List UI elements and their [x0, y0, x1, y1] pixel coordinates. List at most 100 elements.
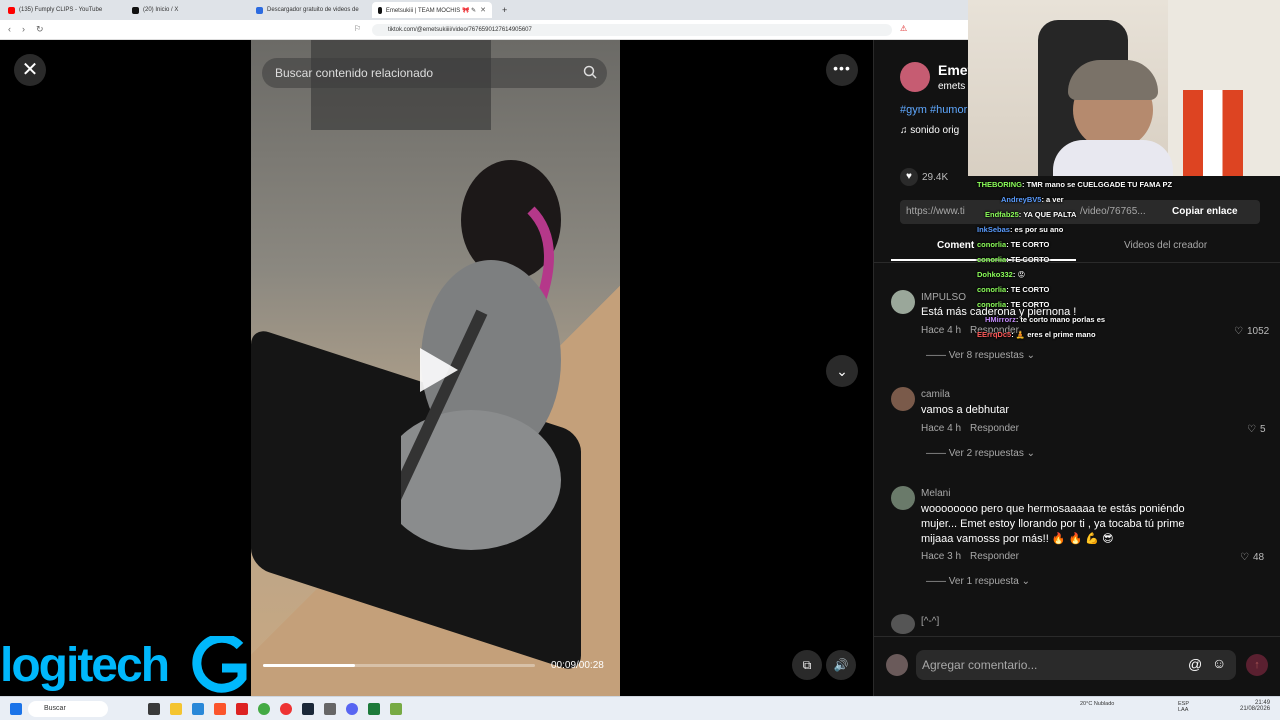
- comment-user[interactable]: [^-^]: [921, 616, 939, 627]
- chat-text: : 😡: [1012, 270, 1026, 279]
- tab-creator-videos[interactable]: Videos del creador: [1124, 240, 1207, 251]
- task-view-icon[interactable]: [148, 703, 160, 715]
- video-time: 00:09/00:28: [551, 660, 604, 671]
- link-tail: /video/76765...: [1080, 206, 1146, 217]
- comment-user[interactable]: Melani: [921, 488, 950, 499]
- back-icon[interactable]: ‹: [8, 24, 11, 34]
- chat-message: AndreyBV5: a ver: [977, 195, 1064, 204]
- comment-like-count: 48: [1252, 552, 1265, 563]
- comment-time: Hace 4 h: [921, 325, 962, 336]
- chat-user: EErrqDc5: [977, 330, 1012, 339]
- comment-user[interactable]: IMPULSO: [921, 292, 966, 303]
- app-icon[interactable]: [236, 703, 248, 715]
- sound-row[interactable]: ♫ sonido orig: [900, 125, 959, 136]
- copy-link-button[interactable]: Copiar enlace: [1172, 206, 1238, 217]
- related-content-search[interactable]: Buscar contenido relacionado: [262, 58, 607, 88]
- chat-user: Dohko332: [977, 270, 1013, 279]
- view-replies[interactable]: —— Ver 1 respuesta ⌄: [926, 576, 1030, 587]
- send-icon[interactable]: ↑: [1246, 654, 1268, 676]
- forward-icon[interactable]: ›: [22, 24, 25, 34]
- minecraft-icon[interactable]: [390, 703, 402, 715]
- file-explorer-icon[interactable]: [170, 703, 182, 715]
- play-icon[interactable]: [420, 348, 458, 392]
- browser-tab-x[interactable]: (20) Inicio / X: [126, 2, 248, 18]
- add-comment-placeholder: Agregar comentario...: [922, 658, 1038, 672]
- comment-like[interactable]: ♡ 5: [1247, 424, 1266, 435]
- new-tab-button[interactable]: +: [496, 2, 510, 18]
- webcam-feed: [968, 0, 1280, 176]
- browser-tab-bar: (135) Fumply CLIPS - YouTube (20) Inicio…: [0, 0, 968, 20]
- browser-tab-tiktok[interactable]: Emetsukiii | TEAM MOCHIS 🎀 ✎ ✕: [372, 2, 492, 18]
- language-indicator[interactable]: ESP LAA: [1178, 701, 1192, 713]
- tab-label: Emetsukiii | TEAM MOCHIS 🎀 ✎: [385, 7, 477, 14]
- heart-outline-icon: ♡: [1240, 552, 1249, 563]
- youtube-icon: [8, 6, 15, 14]
- divider: [874, 636, 1280, 637]
- clock-date: 21/08/2026: [1240, 706, 1271, 712]
- settings-icon[interactable]: [324, 703, 336, 715]
- video-progress-bar[interactable]: [263, 664, 535, 667]
- link-box: https://www.ti /video/76765... Copiar en…: [900, 200, 1260, 224]
- close-tab-icon[interactable]: ✕: [480, 6, 486, 14]
- url-text: tiktok.com/@emetsukiiii/video/7676590127…: [388, 27, 532, 33]
- comment-like-count: 5: [1259, 424, 1266, 435]
- browser-tab-youtube[interactable]: (135) Fumply CLIPS - YouTube: [2, 2, 124, 18]
- chat-message: THEBORING: TMR mano se CUELGGADE TU FAMA…: [977, 180, 1172, 189]
- comment-user[interactable]: camila: [921, 389, 950, 400]
- comment-like[interactable]: ♡ 1052: [1234, 326, 1269, 337]
- discord-icon[interactable]: [346, 703, 358, 715]
- volume-icon[interactable]: 🔊: [826, 650, 856, 680]
- reload-icon[interactable]: ↻: [36, 24, 44, 35]
- taskbar-clock[interactable]: 21:49 21/08/2026: [1240, 700, 1270, 712]
- streamer-hair: [1068, 60, 1158, 100]
- obs-icon[interactable]: [258, 703, 270, 715]
- excel-icon[interactable]: [368, 703, 380, 715]
- windows-start-icon[interactable]: [10, 703, 22, 715]
- reply-button[interactable]: Responder: [970, 551, 1019, 562]
- chevron-down-icon[interactable]: ⌄: [826, 355, 858, 387]
- store-icon[interactable]: [192, 703, 204, 715]
- replies-label: Ver 8 respuestas: [948, 350, 1024, 361]
- chat-message: EErrqDc5: 🧘 eres el prime mano: [977, 330, 1096, 339]
- replies-label: Ver 2 respuestas: [948, 448, 1024, 459]
- view-replies[interactable]: —— Ver 2 respuestas ⌄: [926, 448, 1035, 459]
- comment-time: Hace 4 h: [921, 423, 962, 434]
- comment-avatar[interactable]: [891, 290, 915, 314]
- reply-button[interactable]: Responder: [970, 423, 1019, 434]
- comment-avatar[interactable]: [891, 486, 915, 510]
- warning-icon[interactable]: ⚠: [900, 24, 907, 33]
- chat-text: : YA QUE PALTA: [1018, 210, 1077, 219]
- like-button[interactable]: ♥ 29.4K: [900, 168, 948, 186]
- chat-text: : TE CORTO: [1006, 300, 1050, 309]
- picture-in-picture-icon[interactable]: ⧉: [792, 650, 822, 680]
- hashtags[interactable]: #gym #humor: [900, 104, 967, 116]
- mention-icon[interactable]: @: [1188, 656, 1202, 672]
- emoji-icon[interactable]: ☺: [1212, 655, 1226, 671]
- search-icon[interactable]: [583, 65, 597, 79]
- comment-like-count: 1052: [1246, 326, 1270, 337]
- more-options-icon[interactable]: •••: [826, 54, 858, 86]
- browser-tab-downloader[interactable]: Descargador gratuito de videos de: [250, 2, 370, 18]
- search-placeholder: Buscar contenido relacionado: [275, 66, 434, 80]
- author-avatar[interactable]: [900, 62, 930, 92]
- add-comment-input[interactable]: Agregar comentario... @ ☺: [916, 650, 1236, 680]
- url-field[interactable]: tiktok.com/@emetsukiiii/video/7676590127…: [372, 24, 892, 36]
- chat-user: THEBORING: [977, 180, 1022, 189]
- comment-like[interactable]: ♡ 48: [1240, 552, 1264, 563]
- bookmark-icon[interactable]: ⚐: [354, 24, 361, 33]
- steam-icon[interactable]: [302, 703, 314, 715]
- close-icon[interactable]: ✕: [14, 54, 46, 86]
- taskbar-search[interactable]: Buscar: [28, 701, 108, 717]
- chrome-icon[interactable]: [280, 703, 292, 715]
- tab-comments[interactable]: Coment: [937, 240, 974, 251]
- x-icon: [132, 6, 139, 14]
- comment-avatar[interactable]: [891, 614, 915, 634]
- tab-label: (135) Fumply CLIPS - YouTube: [19, 7, 103, 13]
- comment-avatar[interactable]: [891, 387, 915, 411]
- peru-flag: [1183, 90, 1243, 176]
- brave-icon[interactable]: [214, 703, 226, 715]
- chat-user: AndreyBV5: [1001, 195, 1042, 204]
- weather-widget[interactable]: 20°C Nublado: [1080, 701, 1120, 707]
- view-replies[interactable]: —— Ver 8 respuestas ⌄: [926, 350, 1035, 361]
- chat-message: conorlia: TE CORTO: [977, 285, 1049, 294]
